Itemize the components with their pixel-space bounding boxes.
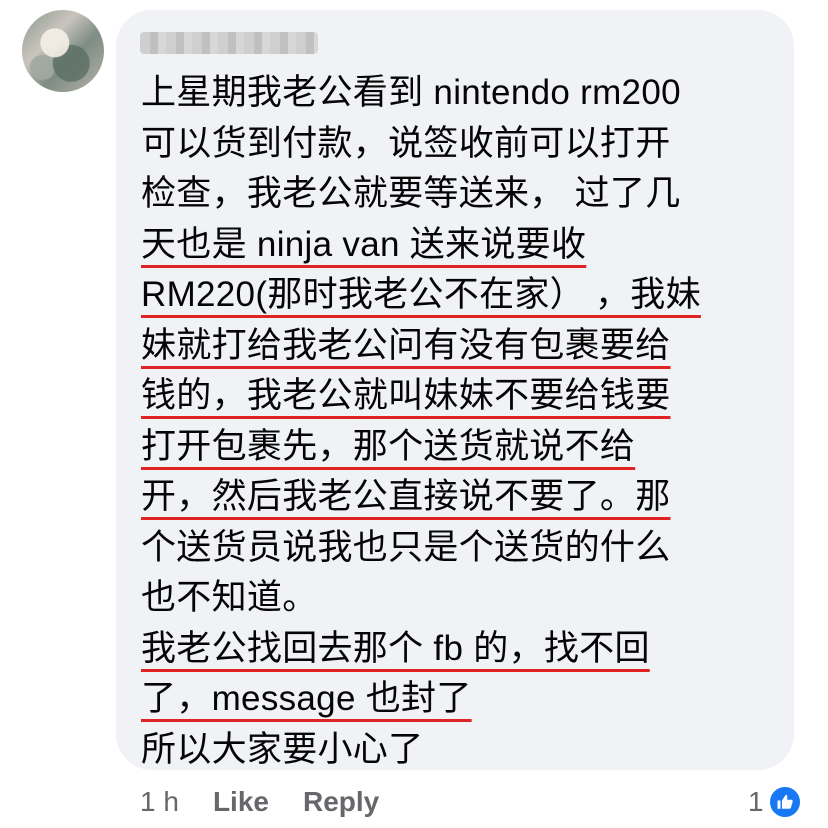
author-name-redacted[interactable] [140,32,318,54]
reaction-count: 1 [748,786,764,817]
comment-line: 也不知道。 [141,578,318,617]
underlined-text: RM220(那时我老公不在家） ，我妹 [141,275,701,314]
comment-line: 上星期我老公看到 nintendo rm200 [141,73,681,112]
comment-line: 可以货到付款，说签收前可以打开 [141,123,671,163]
comment-body: 上星期我老公看到 nintendo rm200 可以货到付款，说签收前可以打开 … [141,68,781,775]
comment-line: 天也是 ninja van 送来说要收 [141,220,781,271]
comment-actions: 1 h Like Reply [140,782,413,822]
comment-line: 所以大家要小心了 [141,729,424,769]
comment-line: 妹就打给我老公问有没有包裹要给 [141,321,781,372]
timestamp[interactable]: 1 h [140,786,179,818]
underlined-text: 开，然后我老公直接说不要了。那 [141,477,671,516]
underlined-text: 天也是 ninja van 送来说要收 [141,224,587,264]
reaction-summary[interactable]: 1 [748,782,802,822]
like-button[interactable]: Like [213,786,269,818]
comment-line: 检查，我老公就要等送来， 过了几 [141,174,681,213]
comment-line: 开，然后我老公直接说不要了。那 [141,472,781,523]
comment-line: 打开包裹先，那个送货就说不给 [141,422,781,473]
underlined-text: 了，message 也封了 [141,679,472,718]
comment-line: RM220(那时我老公不在家） ，我妹 [141,270,781,321]
comment-line: 了，message 也封了 [141,674,781,725]
comment-line: 我老公找回去那个 fb 的，找不回 [141,624,781,675]
comment-thread: 上星期我老公看到 nintendo rm200 可以货到付款，说签收前可以打开 … [0,0,828,828]
underlined-text: 钱的，我老公就叫妹妹不要给钱要 [141,376,671,415]
comment-line: 个送货员说我也只是个送货的什么 [141,527,671,567]
reply-button[interactable]: Reply [303,786,379,818]
avatar-blur [22,10,104,92]
avatar[interactable] [22,10,104,92]
thumbs-up-icon [767,785,802,819]
underlined-text: 妹就打给我老公问有没有包裹要给 [141,325,671,365]
underlined-text: 打开包裹先，那个送货就说不给 [141,426,636,466]
underlined-text: 我老公找回去那个 fb 的，找不回 [141,628,650,668]
comment-line: 钱的，我老公就叫妹妹不要给钱要 [141,371,781,422]
